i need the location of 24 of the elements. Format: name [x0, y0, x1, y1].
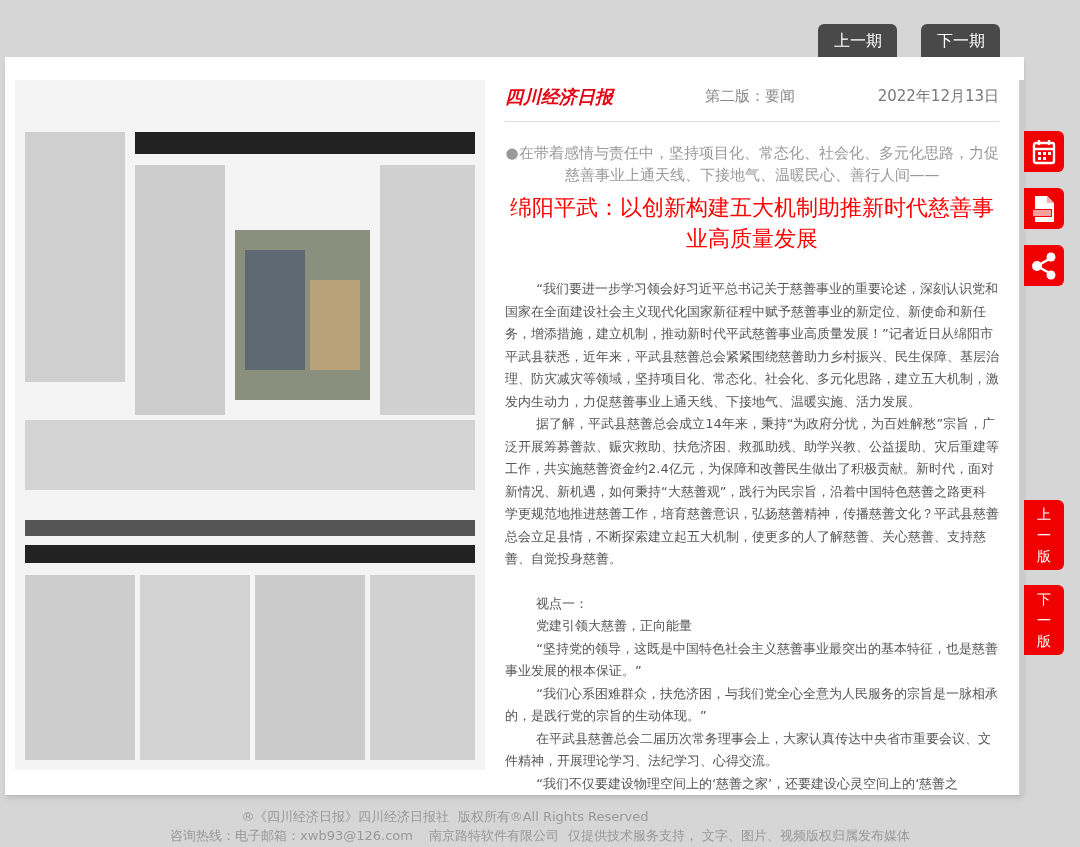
article-paragraph: “我们要进一步学习领会好习近平总书记关于慈善事业的重要论述，深刻认识党和国家在全面建设社会主义现代化国家新征程中赋予慈善事业的新定位、新使命和新任务，增添措施，建立机制，推动新时代平武慈善事业高质量发展！”记者近日从绵阳市平武县获悉，近年来，平武县慈善总会紧紧围绕慈善助力乡村振兴、民生保障、基层治理、防灾减灾等领域，坚持项目化、常态化、社会化、多元化思路，建立五大机制，激发内生动力，力促慈善事业上通天线、下接地气、温暖实施、活力发展。	[505, 280, 1000, 411]
share-icon	[1031, 251, 1057, 280]
page-nav-button[interactable]: 下一版	[1024, 585, 1064, 655]
article-paragraph: 据了解，平武县慈善总会成立14年来，秉持“为政府分忧，为百姓解愁”宗旨，广泛开展筹募善款、赈灾救助、扶危济困、救孤助残、助学兴教、公益援助、灾后重建等工作，共实施慈善资金约2.4亿元，为保障和改善民生做出了积极贡献。新时代，面对新情况、新机遇，如何秉持“大慈善观”，践行为民宗旨，沿着中国特色慈善之路更科学更规范地推进慈善工作，培育慈善意识，弘扬慈善精神，传播慈善文化？平武县慈善总会立足县情，不断探索建立起五大机制，使更多的人了解慈善、关心慈善、支持慈善、自觉投身慈善。	[505, 415, 1000, 568]
footer-text: ®《四川经济日报》四川经济日报社 版权所有®All Rights Reserved	[241, 808, 649, 826]
article-paragraph: 党建引领大慈善，正向能量	[535, 617, 694, 635]
calendar-icon	[1032, 138, 1056, 165]
article-paragraph: “我们不仅要建设物理空间上的‘慈善之家’，还要建设心灵空间上的‘慈善之	[535, 774, 960, 793]
newspaper-logo: 四川经济日报	[505, 85, 616, 109]
article-paragraph: 在平武县慈善总会二届历次常务理事会上，大家认真传达中央省市重要会议、文件精神，开展理论学习、法纪学习、心得交流。	[505, 729, 993, 770]
share-button[interactable]	[1024, 245, 1064, 286]
article-title: 绵阳平武：以创新构建五大机制助推新时代慈善事业高质量发展	[509, 194, 995, 253]
issue-nav-button[interactable]: 上一期	[818, 24, 897, 57]
article-paragraph: “我们心系困难群众，扶危济困，与我们党全心全意为人民服务的宗旨是一脉相承的，是践行党的宗旨的生动体现。”	[505, 684, 999, 725]
issue-date: 2022年12月13日	[877, 86, 1000, 108]
article-paragraph: 视点一：	[535, 594, 590, 613]
pdf-button[interactable]	[1024, 188, 1064, 229]
calendar-button[interactable]	[1024, 131, 1064, 172]
page-nav-button[interactable]: 上一版	[1024, 500, 1064, 570]
issue-nav-button[interactable]: 下一期	[921, 24, 1000, 57]
edition-label: 第二版：要闻	[705, 86, 795, 108]
pdf-file-icon	[1032, 194, 1056, 223]
article-paragraph: “坚持党的领导，这既是中国特色社会主义慈善事业最突出的基本特征，也是慈善事业发展的根本保证。”	[505, 639, 999, 680]
article-lead: ●在带着感情与责任中，坚持项目化、常态化、社会化、多元化思路，力促慈善事业上通天线、下接地气、温暖民心、善行人间——	[505, 143, 1000, 186]
